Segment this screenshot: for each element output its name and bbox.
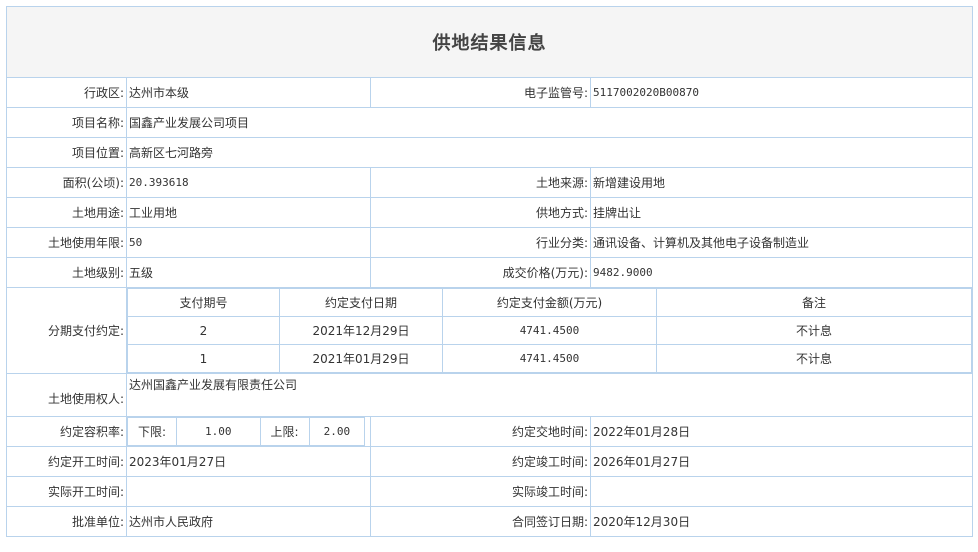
plot-ratio-lower-label: 下限: bbox=[126, 417, 178, 446]
actual-start-value bbox=[126, 476, 371, 507]
start-time-label: 约定开工时间: bbox=[6, 446, 127, 477]
supervision-no-label: 电子监管号: bbox=[370, 77, 591, 108]
use-years-label: 土地使用年限: bbox=[6, 227, 127, 258]
land-use-label: 土地用途: bbox=[6, 197, 127, 228]
installment-header: 支付期号 bbox=[127, 288, 280, 317]
actual-start-label: 实际开工时间: bbox=[6, 476, 127, 507]
installment-header: 备注 bbox=[656, 288, 972, 317]
installment-table: 支付期号 约定支付日期 约定支付金额(万元) 备注 2 2021年12月29日 … bbox=[127, 288, 972, 373]
project-location-value: 高新区七河路旁 bbox=[126, 137, 973, 168]
table-row: 2 2021年12月29日 4741.4500 不计息 bbox=[127, 316, 972, 345]
district-value: 达州市本级 bbox=[126, 77, 371, 108]
land-source-value: 新增建设用地 bbox=[590, 167, 973, 198]
project-location-label: 项目位置: bbox=[6, 137, 127, 168]
contract-date-label: 合同签订日期: bbox=[370, 506, 591, 537]
start-time-value: 2023年01月27日 bbox=[126, 446, 371, 477]
table-row: 1 2021年01月29日 4741.4500 不计息 bbox=[127, 344, 972, 373]
installment-note: 不计息 bbox=[656, 316, 972, 345]
installment-note: 不计息 bbox=[656, 344, 972, 373]
installment-date: 2021年12月29日 bbox=[279, 316, 443, 345]
land-supply-result-panel: 供地结果信息 行政区: 达州市本级 电子监管号: 5117002020B0087… bbox=[6, 6, 973, 537]
installment-period: 1 bbox=[127, 344, 280, 373]
plot-ratio-range: 下限: 1.00 上限: 2.00 bbox=[126, 417, 366, 446]
supply-method-value: 挂牌出让 bbox=[590, 197, 973, 228]
delivery-time-label: 约定交地时间: bbox=[370, 416, 591, 447]
land-grade-value: 五级 bbox=[126, 257, 371, 288]
installment-header: 约定支付日期 bbox=[279, 288, 443, 317]
info-table: 供地结果信息 行政区: 达州市本级 电子监管号: 5117002020B0087… bbox=[6, 6, 973, 537]
plot-ratio-label: 约定容积率: bbox=[6, 416, 127, 447]
land-grade-label: 土地级别: bbox=[6, 257, 127, 288]
project-name-label: 项目名称: bbox=[6, 107, 127, 138]
actual-completion-value bbox=[590, 476, 973, 507]
installment-amount: 4741.4500 bbox=[442, 316, 657, 345]
land-user-value: 达州国鑫产业发展有限责任公司 bbox=[126, 373, 973, 417]
plot-ratio-lower-value: 1.00 bbox=[176, 417, 261, 446]
installment-header-row: 支付期号 约定支付日期 约定支付金额(万元) 备注 bbox=[127, 288, 972, 317]
supervision-no-value: 5117002020B00870 bbox=[590, 77, 973, 108]
completion-time-label: 约定竣工时间: bbox=[370, 446, 591, 477]
actual-completion-label: 实际竣工时间: bbox=[370, 476, 591, 507]
installment-period: 2 bbox=[127, 316, 280, 345]
completion-time-value: 2026年01月27日 bbox=[590, 446, 973, 477]
deal-price-label: 成交价格(万元): bbox=[370, 257, 591, 288]
supply-method-label: 供地方式: bbox=[370, 197, 591, 228]
plot-ratio-upper-value: 2.00 bbox=[308, 417, 366, 446]
land-user-label: 土地使用权人: bbox=[6, 373, 127, 417]
area-value: 20.393618 bbox=[126, 167, 371, 198]
land-source-label: 土地来源: bbox=[370, 167, 591, 198]
contract-date-value: 2020年12月30日 bbox=[590, 506, 973, 537]
installment-date: 2021年01月29日 bbox=[279, 344, 443, 373]
approval-unit-label: 批准单位: bbox=[6, 506, 127, 537]
installment-cell: 支付期号 约定支付日期 约定支付金额(万元) 备注 2 2021年12月29日 … bbox=[126, 287, 973, 374]
approval-unit-value: 达州市人民政府 bbox=[126, 506, 371, 537]
deal-price-value: 9482.9000 bbox=[590, 257, 973, 288]
land-use-value: 工业用地 bbox=[126, 197, 371, 228]
installment-label: 分期支付约定: bbox=[6, 287, 127, 374]
industry-label: 行业分类: bbox=[370, 227, 591, 258]
project-name-value: 国鑫产业发展公司项目 bbox=[126, 107, 973, 138]
page-title: 供地结果信息 bbox=[6, 6, 973, 78]
installment-amount: 4741.4500 bbox=[442, 344, 657, 373]
district-label: 行政区: bbox=[6, 77, 127, 108]
installment-header: 约定支付金额(万元) bbox=[442, 288, 657, 317]
delivery-time-value: 2022年01月28日 bbox=[590, 416, 973, 447]
area-label: 面积(公顷): bbox=[6, 167, 127, 198]
plot-ratio-upper-label: 上限: bbox=[259, 417, 310, 446]
plot-ratio-cell: 下限: 1.00 上限: 2.00 bbox=[126, 416, 371, 447]
industry-value: 通讯设备、计算机及其他电子设备制造业 bbox=[590, 227, 973, 258]
use-years-value: 50 bbox=[126, 227, 371, 258]
